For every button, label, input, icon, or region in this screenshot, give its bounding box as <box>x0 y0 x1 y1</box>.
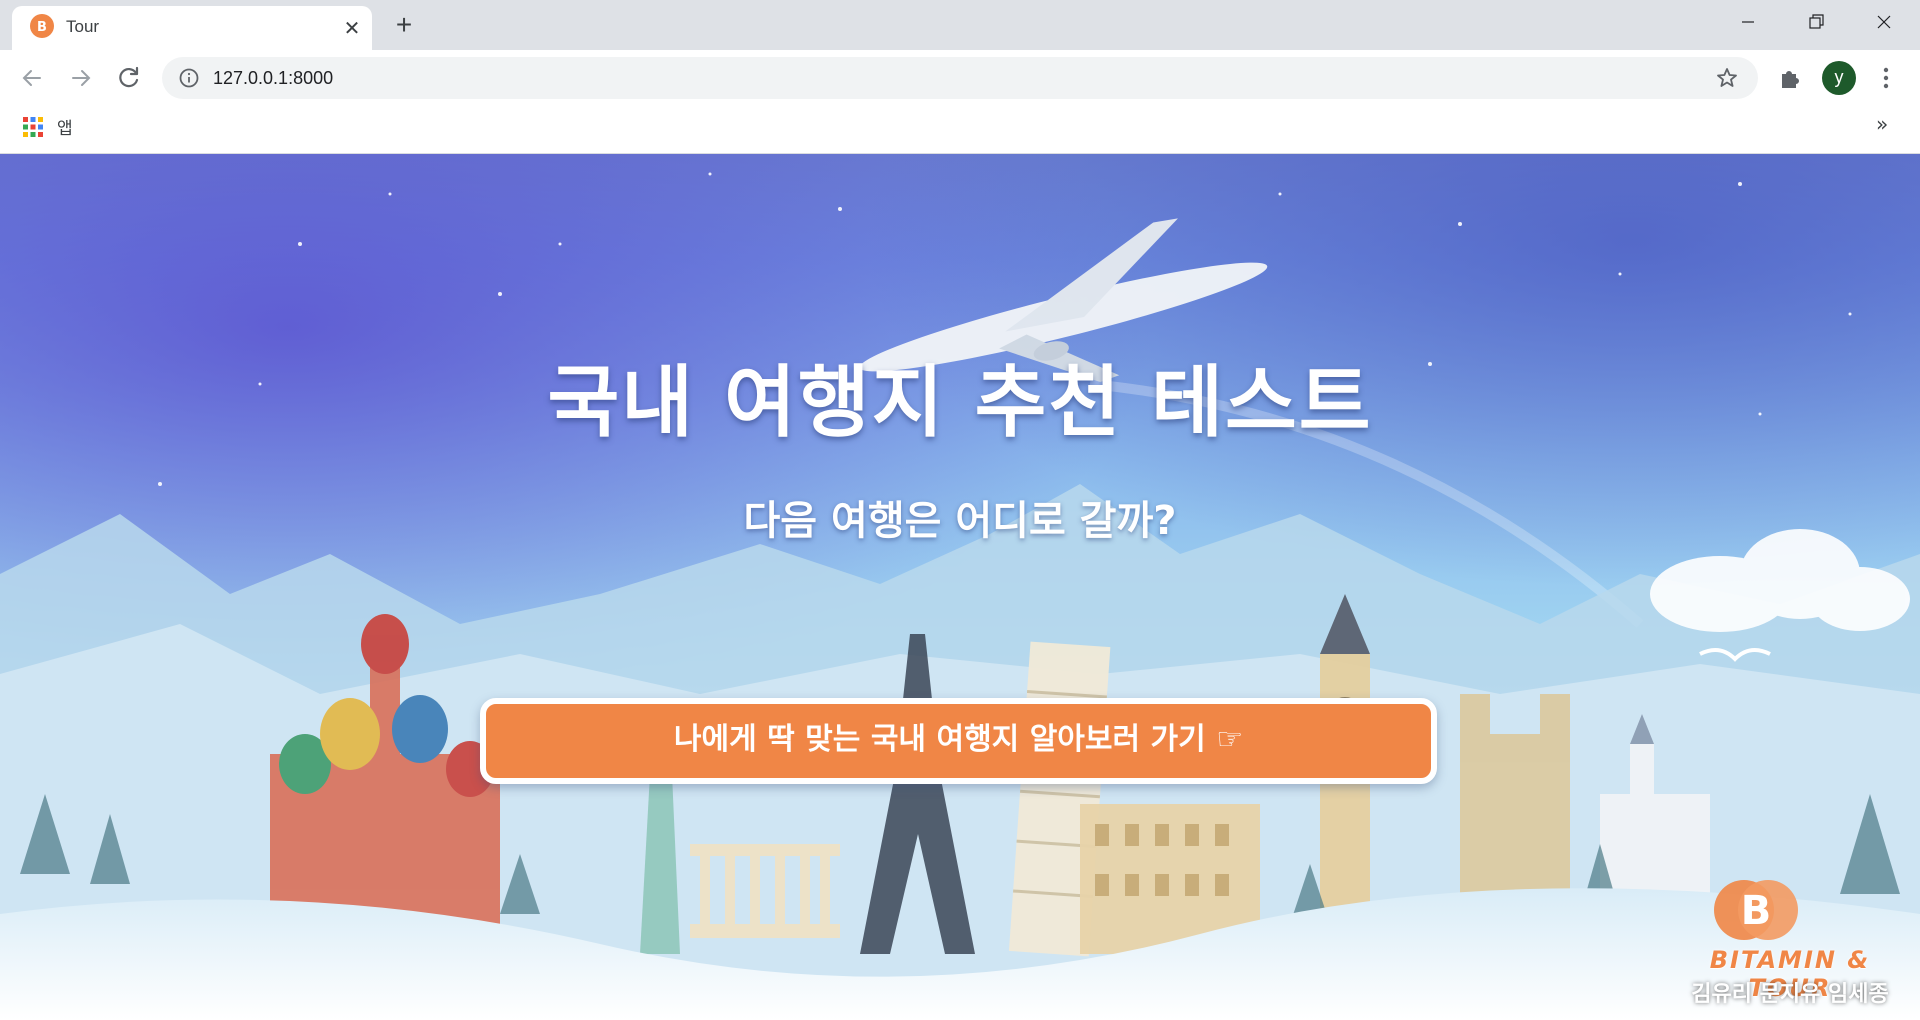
page-title: 국내 여행지 추천 테스트 <box>547 358 1373 448</box>
bb-logo-icon: B <box>30 14 54 38</box>
reload-icon[interactable] <box>111 60 147 96</box>
profile-avatar[interactable]: y <box>1822 61 1856 95</box>
browser-toolbar: 127.0.0.1:8000 y <box>0 50 1920 106</box>
url-text[interactable]: 127.0.0.1:8000 <box>213 68 333 89</box>
info-icon[interactable] <box>178 67 200 89</box>
arrow-right-icon[interactable] <box>63 60 99 96</box>
star-icon[interactable] <box>1715 66 1739 90</box>
travel-landmarks-background <box>0 154 1920 1020</box>
svg-text:B: B <box>37 20 47 35</box>
new-tab-button[interactable]: + <box>388 10 420 42</box>
page-viewport: 국내 여행지 추천 테스트 다음 여행은 어디로 갈까? 나에게 딱 맞는 국내… <box>0 154 1920 1020</box>
close-tab-icon[interactable]: ✕ <box>340 16 364 40</box>
svg-text:B: B <box>1741 888 1772 934</box>
page-subtitle: 다음 여행은 어디로 갈까? <box>743 498 1177 544</box>
window-close-icon[interactable] <box>1850 0 1918 44</box>
kebab-menu-icon[interactable] <box>1874 64 1898 92</box>
tab-title: Tour <box>66 17 100 36</box>
tab-active[interactable]: B Tour ✕ <box>12 6 372 50</box>
tab-strip: B Tour ✕ + <box>0 0 1920 50</box>
apps-bookmark-label[interactable]: 앱 <box>57 114 73 139</box>
bb-logo-icon: B <box>1714 880 1798 940</box>
restore-icon[interactable] <box>1782 0 1850 44</box>
minimize-icon[interactable] <box>1714 0 1782 44</box>
address-bar[interactable]: 127.0.0.1:8000 <box>162 57 1758 99</box>
apps-grid-icon[interactable] <box>22 116 44 138</box>
start-test-button[interactable]: 나에게 딱 맞는 국내 여행지 알아보러 가기 ☞ <box>480 698 1437 784</box>
arrow-left-icon[interactable] <box>14 60 50 96</box>
bookmarks-overflow-button[interactable]: » <box>1876 112 1888 136</box>
puzzle-icon[interactable] <box>1776 64 1804 92</box>
bookmarks-bar: 앱 » <box>0 106 1920 154</box>
brand-members: 김유리 문지유 임세종 <box>1691 982 1889 1007</box>
